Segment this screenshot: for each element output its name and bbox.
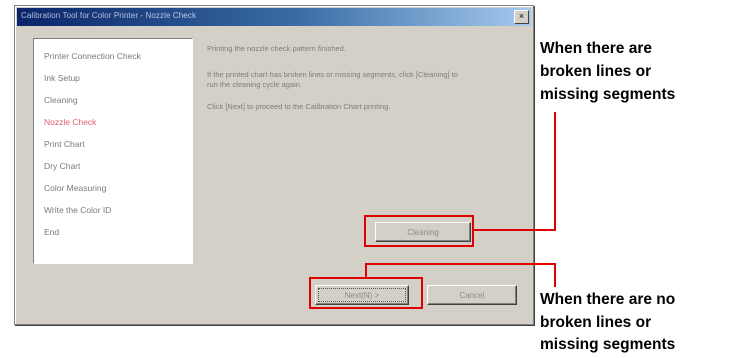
cleaning-callout-line — [474, 229, 556, 231]
cancel-button[interactable]: Cancel — [427, 285, 517, 305]
message-broken-lines: If the printed chart has broken lines or… — [207, 70, 458, 79]
step-ink-setup: Ink Setup — [44, 73, 80, 83]
step-nozzle-check: Nozzle Check — [44, 117, 97, 127]
step-list: Printer Connection Check Ink Setup Clean… — [33, 38, 193, 264]
message-broken-lines-cont: run the cleaning cycle again. — [207, 80, 303, 89]
window-title: Calibration Tool for Color Printer - Noz… — [21, 11, 197, 20]
close-icon[interactable]: × — [514, 10, 529, 24]
annotation-broken-line2: broken lines or — [540, 63, 652, 80]
step-end: End — [44, 227, 60, 237]
step-cleaning: Cleaning — [44, 95, 78, 105]
step-printer-connection-check: Printer Connection Check — [44, 51, 141, 61]
annotation-broken-line3: missing segments — [540, 86, 676, 103]
cleaning-callout-box — [364, 215, 474, 247]
next-callout-connector — [554, 263, 556, 287]
title-bar[interactable]: Calibration Tool for Color Printer - Noz… — [17, 8, 531, 26]
message-finished: Printing the nozzle check pattern finish… — [207, 44, 346, 53]
annotation-no-broken-line2: broken lines or — [540, 314, 652, 331]
annotation-no-broken-line3: missing segments — [540, 336, 676, 353]
step-write-color-id: Write the Color ID — [44, 205, 112, 215]
next-callout-box — [309, 277, 423, 309]
cleaning-callout-connector — [554, 112, 556, 231]
message-next-instruction: Click [Next] to proceed to the Calibrati… — [207, 102, 391, 111]
step-dry-chart: Dry Chart — [44, 161, 81, 171]
next-callout-stem — [365, 264, 367, 278]
step-print-chart: Print Chart — [44, 139, 85, 149]
annotation-no-broken-line1: When there are no — [540, 291, 676, 308]
step-color-measuring: Color Measuring — [44, 183, 107, 193]
calibration-dialog: Calibration Tool for Color Printer - Noz… — [14, 5, 534, 325]
next-callout-line — [365, 263, 556, 265]
annotation-broken-line1: When there are — [540, 40, 652, 57]
